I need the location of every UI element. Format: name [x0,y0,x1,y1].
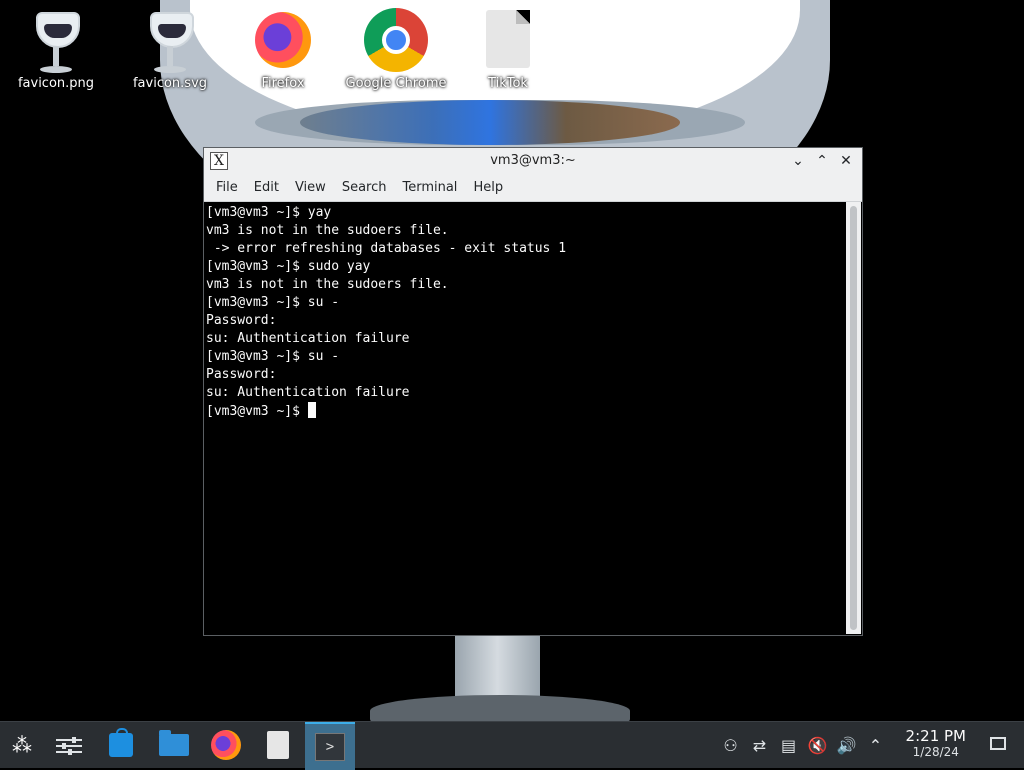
terminal-output[interactable]: [vm3@vm3 ~]$ yay vm3 is not in the sudoer… [205,202,846,634]
clipboard-icon[interactable]: ▤ [774,736,803,755]
system-tray: ⚇ ⇄ ▤ 🔇 🔊 ⌃ [716,722,890,768]
terminal-prompt: [vm3@vm3 ~]$ [206,404,308,419]
taskbar-file[interactable] [256,727,300,763]
desktop-icon-firefox[interactable]: Firefox [228,6,338,91]
terminal-line: [vm3@vm3 ~]$ su - [206,295,340,310]
tray-expand-icon[interactable]: ⌃ [861,736,890,755]
menu-search[interactable]: Search [334,175,395,201]
menu-bar: File Edit View Search Terminal Help [204,175,862,202]
taskbar: ⁂ > ⚇ ⇄ ▤ 🔇 🔊 ⌃ 2:21 PM 1/28/24 [0,721,1024,770]
network-icon[interactable]: ⇄ [745,736,774,755]
terminal-line: Password: [206,313,277,328]
desktop-icon-label: favicon.png [17,76,95,91]
goblet-image-icon [24,6,88,74]
desktop-icon-label: Firefox [261,76,305,91]
file-icon [267,731,289,759]
application-launcher-icon: ⁂ [12,733,32,757]
terminal-line: -> error refreshing databases - exit sta… [206,241,567,256]
desktop-icon-tiktok[interactable]: TikTok [453,6,563,91]
terminal-prompt-line[interactable]: [vm3@vm3 ~]$ [206,402,846,421]
taskbar-system-settings[interactable] [47,727,91,763]
taskbar-firefox[interactable] [204,727,248,763]
desktop-icon-favicon-png[interactable]: favicon.png [1,6,111,91]
window-controls: ⌄ ⌃ ✕ [788,151,856,171]
desktop-icon-label: TikTok [488,76,528,91]
minimize-button[interactable]: ⌄ [788,151,808,171]
application-launcher-button[interactable]: ⁂ [0,727,44,763]
terminal-line: su: Authentication failure [206,331,410,346]
desktop-icon-google-chrome[interactable]: Google Chrome [341,6,451,91]
taskbar-dolphin[interactable] [152,727,196,763]
taskbar-konsole[interactable]: > [305,722,355,770]
terminal-line: vm3 is not in the sudoers file. [206,223,449,238]
terminal-line: vm3 is not in the sudoers file. [206,277,449,292]
firefox-icon [211,730,241,760]
terminal-line: [vm3@vm3 ~]$ su - [206,349,340,364]
terminal-window[interactable]: X vm3@vm3:~ ⌄ ⌃ ✕ File Edit View Search … [203,147,863,636]
maximize-button[interactable]: ⌃ [812,151,832,171]
menu-edit[interactable]: Edit [246,175,287,201]
goblet-image-icon [138,6,202,74]
menu-file[interactable]: File [208,175,246,201]
show-desktop-icon[interactable] [990,737,1006,750]
chrome-icon [364,8,428,72]
desktop-icon-label: Google Chrome [345,76,447,91]
terminal-line: [vm3@vm3 ~]$ yay [206,205,332,220]
system-settings-icon [56,736,82,755]
firefox-icon [255,12,311,68]
wallpaper-goblet-liquid [300,100,680,145]
window-titlebar[interactable]: X vm3@vm3:~ ⌄ ⌃ ✕ [204,148,862,175]
scrollbar-thumb[interactable] [850,206,857,630]
konsole-terminal-icon: > [315,733,345,761]
muted-speaker-icon[interactable]: 🔇 [803,736,832,755]
digital-clock[interactable]: 2:21 PM 1/28/24 [906,728,966,760]
terminal-scrollbar[interactable] [846,202,861,634]
dolphin-folder-icon [159,730,189,756]
discover-store-icon [109,728,133,757]
taskbar-discover[interactable] [99,727,143,763]
clock-date: 1/28/24 [912,745,959,759]
terminal-line: Password: [206,367,277,382]
file-icon [486,10,530,68]
desktop-icon-favicon-svg[interactable]: favicon.svg [115,6,225,91]
clock-time: 2:21 PM [905,727,966,745]
menu-view[interactable]: View [287,175,334,201]
text-cursor [307,402,316,418]
terminal-line: su: Authentication failure [206,385,410,400]
volume-icon[interactable]: 🔊 [832,736,861,755]
desktop-icon-label: favicon.svg [132,76,208,91]
window-title: vm3@vm3:~ [490,153,576,168]
terminal-line: [vm3@vm3 ~]$ sudo yay [206,259,371,274]
close-button[interactable]: ✕ [836,151,856,171]
menu-help[interactable]: Help [465,175,511,201]
user-icon[interactable]: ⚇ [716,736,745,755]
menu-terminal[interactable]: Terminal [394,175,465,201]
